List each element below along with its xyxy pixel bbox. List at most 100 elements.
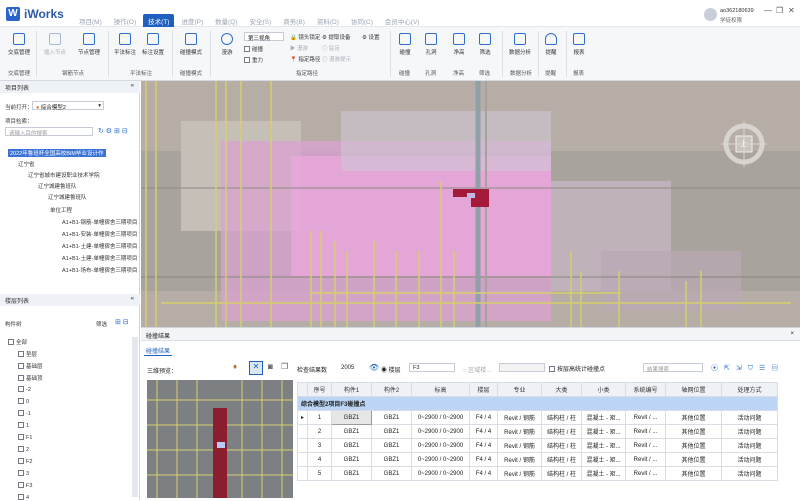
tree-node[interactable]: 辽宁省城市建设职业技术学院 [28,171,100,179]
menu-documents[interactable]: 资料(D) [312,14,344,28]
floor-item[interactable]: -2 [18,386,31,393]
tab-clash-results[interactable]: 碰撞结果 [144,346,173,356]
insert-node-button[interactable]: 插入节点 [42,33,68,56]
extract-device-button[interactable]: ⚙ 提取设备 [322,33,350,41]
floor-item[interactable]: 基础层 [18,362,43,370]
by-floor-height-checkbox[interactable]: 按层高统计碰撞点 [549,364,605,373]
tree-leaf[interactable]: A1+B1-场布-单幢宿舍三期项目 [62,266,137,274]
floor-item[interactable]: -1 [18,410,31,417]
floor-item[interactable]: 垫层 [18,350,37,358]
tree-leaf[interactable]: A1+B1-土建-单幢宿舍三期项目 [62,242,137,250]
menu-collab[interactable]: 协同(C) [346,14,378,28]
3d-preview[interactable] [147,380,293,498]
close-button[interactable]: ✕ [788,6,795,15]
view-select[interactable]: 第三视角 [244,32,284,42]
collision-toggle[interactable]: 碰撞 [244,45,263,53]
table-row[interactable]: 2 GBZ1 GBZ1 0~2900 / 0~2900 F4 / 4 Revit / 钢筋… [297,424,779,439]
report-button[interactable]: 报表 [568,33,590,56]
result-toolbar-icons[interactable]: ⦿⇱⇲⛉☰▤ [711,363,784,373]
column-header[interactable]: 系统编号 [625,382,667,397]
region-radio[interactable]: ○ 区域楼... [463,365,491,374]
table-row[interactable]: ▸ 1 GBZ1 GBZ1 0~2900 / 0~2900 F4 / 4 Revit / 钢… [297,410,779,425]
focus-icon[interactable]: ✕ [249,361,263,375]
node-manage-button[interactable]: 节点管理 [76,33,102,56]
menu-project[interactable]: 项目(M) [74,14,107,28]
3d-viewport[interactable]: 上 [141,81,800,327]
floor-select[interactable]: F3 [409,363,455,372]
tree-leaf[interactable]: A1+B1-安装-单幢宿舍三期项目 [62,230,137,238]
annotation-settings-button[interactable]: 标注设置 [140,33,166,56]
reminder-button[interactable]: 提醒 [540,33,562,56]
minimize-button[interactable]: — [764,6,772,15]
floor-item[interactable]: 2 [18,446,29,453]
tree-node[interactable]: 单位工程 [50,206,72,214]
eye-icon[interactable]: 👁 [369,363,379,372]
menu-safety[interactable]: 安全(S) [245,14,277,28]
result-search-input[interactable]: 结果搜索 [643,363,703,373]
filter-link[interactable]: 筛选 [96,320,107,328]
menu-operate[interactable]: 操作(O) [109,14,141,28]
stop-button[interactable]: ◎ 驻足 [322,44,340,52]
menu-progress[interactable]: 进度(P) [176,14,208,28]
current-project-select[interactable]: ● 综合模型2 ▾ [32,101,104,111]
floor-radio[interactable]: ◉ 楼层 [381,365,401,374]
column-header[interactable]: 大类 [541,382,583,397]
column-header[interactable]: 序号 [307,382,333,397]
expand-collapse-icons[interactable]: ⊞ ⊟ [115,318,129,326]
group-row[interactable]: 综合模型2项目F3碰撞点 [297,396,779,411]
collapse-icon[interactable]: « [131,83,134,89]
refresh-icon[interactable]: ↻ ⚙ ⊞ ⊟ [98,127,128,135]
compass-top-label[interactable]: 上 [740,139,747,149]
menu-technical[interactable]: 技术(T) [143,14,175,28]
maximize-button[interactable]: ❐ [776,6,783,15]
lock-camera-button[interactable]: 🔒 镜头锁定 [290,33,320,41]
floor-item[interactable]: F2 [18,458,32,465]
data-analysis-button[interactable]: 数据分析 [506,33,534,56]
clear-height-button[interactable]: 净高 [448,33,470,56]
floor-item[interactable]: F3 [18,482,32,489]
avatar[interactable] [704,8,717,21]
column-header[interactable]: 小类 [581,382,627,397]
floor-item[interactable]: 基础顶 [18,374,43,382]
tree-root[interactable]: 2022年鲁班杯全国高校BIM毕业设计作 [8,149,106,157]
tree-node[interactable]: 辽宁省 [18,160,35,168]
tree-leaf[interactable]: A1+B1-钢筋-单幢宿舍三期项目 [62,218,137,226]
plan-annotation-button[interactable]: 平法标注 [112,33,138,56]
clash-mode-button[interactable]: 碰撞模式 [178,33,204,56]
table-row[interactable]: 3 GBZ1 GBZ1 0~2900 / 0~2900 F4 / 4 Revit / 钢筋… [297,438,779,453]
table-row[interactable]: 5 GBZ1 GBZ1 0~2900 / 0~2900 F4 / 4 Revit / 钢筋… [297,466,779,481]
close-icon[interactable]: × [790,331,794,337]
menu-member[interactable]: 会员中心(V) [380,14,425,28]
floor-item[interactable]: 0 [18,398,29,405]
column-header[interactable]: 轴网位置 [665,382,723,397]
filter-button[interactable]: 筛选 [474,33,496,56]
hole-button[interactable]: 孔洞 [420,33,442,56]
table-row[interactable]: 4 GBZ1 GBZ1 0~2900 / 0~2900 F4 / 4 Revit / 钢筋… [297,452,779,467]
collapse-icon[interactable]: « [131,296,134,302]
clash-button[interactable]: 碰撞 [394,33,416,56]
copy-icon[interactable]: ❐ [281,362,288,371]
menu-quantity[interactable]: 数量(Q) [210,14,242,28]
column-header[interactable]: 专业 [497,382,543,397]
set-path-button[interactable]: 📍 指定路径 [290,55,320,63]
column-header[interactable]: 构件2 [371,382,413,397]
region-select[interactable] [499,363,545,372]
column-header[interactable]: 楼层 [469,382,499,397]
column-header[interactable]: 构件1 [331,382,373,397]
floor-item[interactable]: 1 [18,422,29,429]
color-icon[interactable]: ♦ [233,362,245,374]
tree-node[interactable]: 辽宁城建鲁班队 [38,182,77,190]
tree-leaf[interactable]: A1+B1-土建-单幢宿舍三期项目 [62,254,137,262]
floor-item[interactable]: F1 [18,434,32,441]
roam-settings-button[interactable]: ⚙ 设置 [362,33,379,41]
tree-node[interactable]: 辽宁城建鲁班队 [48,193,87,201]
disclosure-manage-button[interactable]: 交底管理 [6,33,32,56]
roam-path-button[interactable]: ▶ 漫游 [290,44,308,52]
floor-item[interactable]: 全部 [8,338,27,346]
column-header[interactable]: 处理方式 [721,382,779,397]
camera-icon[interactable]: ◙ [268,362,273,371]
roam-button[interactable]: 漫游 [214,33,240,56]
roam-hint-button[interactable]: ◎ 漫游提示 [322,55,351,63]
floor-item[interactable]: 3 [18,470,29,477]
scrollbar[interactable] [132,337,138,497]
